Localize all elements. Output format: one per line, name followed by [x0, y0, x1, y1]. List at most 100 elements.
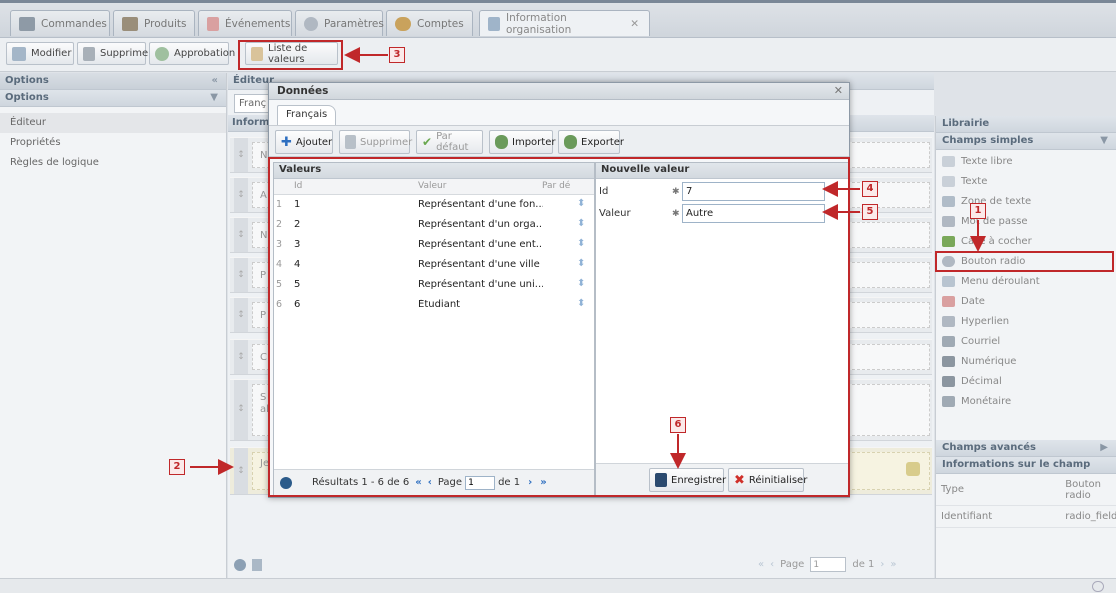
- delete-button[interactable]: Supprimer: [77, 42, 152, 65]
- cell-value: Étudiant: [418, 299, 461, 310]
- value-label: Valeur: [599, 208, 631, 219]
- sort-arrows-icon[interactable]: ⬍: [577, 218, 585, 229]
- library-item[interactable]: Date: [936, 291, 1116, 311]
- table-row[interactable]: 6 6 Étudiant ⬍: [274, 295, 594, 315]
- library-item[interactable]: Courriel: [936, 331, 1116, 351]
- library-item[interactable]: Zone de texte: [936, 191, 1116, 211]
- row-number: 6: [276, 299, 283, 310]
- first-page-icon[interactable]: «: [415, 477, 421, 488]
- import-button[interactable]: Importer: [489, 130, 555, 154]
- chevron-down-icon[interactable]: ▼: [210, 92, 218, 103]
- tab-parametres[interactable]: Paramètres: [295, 10, 384, 36]
- chevron-down-icon[interactable]: ▼: [1100, 135, 1108, 146]
- library-item[interactable]: Numérique: [936, 351, 1116, 371]
- drag-handle-icon[interactable]: ↕: [234, 340, 248, 374]
- row-number: 5: [276, 279, 283, 290]
- drag-handle-icon[interactable]: ↕: [234, 138, 248, 172]
- drag-handle-icon[interactable]: ↕: [234, 448, 248, 494]
- last-page-icon[interactable]: »: [890, 559, 896, 570]
- last-page-icon[interactable]: »: [540, 477, 546, 488]
- reset-button[interactable]: ✖ Réinitialiser: [728, 468, 807, 492]
- page-input[interactable]: [810, 557, 847, 572]
- refresh-icon[interactable]: [280, 476, 292, 489]
- library-item[interactable]: Monétaire: [936, 391, 1116, 411]
- close-icon[interactable]: ✕: [630, 18, 639, 30]
- drag-handle-icon[interactable]: ↕: [234, 178, 248, 212]
- library-item[interactable]: Texte: [936, 171, 1116, 191]
- table-row[interactable]: 5 5 Représentant d'une uni... ⬍: [274, 275, 594, 295]
- next-page-icon[interactable]: ›: [880, 559, 884, 570]
- tab-commandes[interactable]: Commandes: [10, 10, 110, 36]
- approval-button[interactable]: Approbation: [149, 42, 235, 65]
- tab-information-organisation[interactable]: Information organisation ✕: [479, 10, 650, 36]
- tab-francais[interactable]: Français: [277, 105, 337, 125]
- money-icon: [942, 395, 955, 407]
- prev-page-icon[interactable]: ‹: [770, 559, 774, 570]
- table-row[interactable]: 1 1 Représentant d'une fon... ⬍: [274, 195, 594, 215]
- add-button[interactable]: ✚ Ajouter: [275, 130, 333, 154]
- prop-row-identifiant: Identifiant radio_field: [936, 506, 1116, 528]
- left-item-regles[interactable]: Règles de logique: [0, 153, 226, 173]
- table-row[interactable]: 2 2 Représentant d'un orga... ⬍: [274, 215, 594, 235]
- left-item-proprietes[interactable]: Propriétés: [0, 133, 226, 153]
- library-item[interactable]: Hyperlien: [936, 311, 1116, 331]
- value-input[interactable]: [682, 204, 825, 223]
- table-row[interactable]: 4 4 Représentant d'une ville ⬍: [274, 255, 594, 275]
- next-page-icon[interactable]: ›: [528, 477, 532, 488]
- column-value[interactable]: Valeur: [418, 181, 446, 191]
- simple-fields-header[interactable]: Champs simples ▼: [936, 133, 1116, 150]
- dialog-header: Données ✕: [269, 83, 849, 100]
- table-row[interactable]: 3 3 Représentant d'une ent... ⬍: [274, 235, 594, 255]
- tab-label: Information organisation: [506, 11, 572, 36]
- tab-label: Paramètres: [324, 17, 384, 30]
- default-button[interactable]: ✔ Par défaut: [416, 130, 483, 154]
- list-icon: [251, 46, 263, 61]
- dropdown-icon: [942, 275, 955, 287]
- tab-produits[interactable]: Produits: [113, 10, 195, 36]
- annotation-number-6: 6: [670, 417, 686, 433]
- delete-value-button[interactable]: Supprimer: [339, 130, 412, 154]
- lock-icon[interactable]: [906, 462, 920, 476]
- sort-arrows-icon[interactable]: ⬍: [577, 298, 585, 309]
- value-list-label: Liste de valeurs: [268, 42, 308, 65]
- delete-label: Supprimer: [100, 48, 153, 59]
- first-page-icon[interactable]: «: [758, 559, 764, 570]
- library-item[interactable]: Case à cocher: [936, 231, 1116, 251]
- collapse-left-icon[interactable]: «: [212, 75, 218, 86]
- export-button[interactable]: Exporter: [558, 130, 624, 154]
- library-item[interactable]: Menu déroulant: [936, 271, 1116, 291]
- page-input[interactable]: [465, 475, 496, 490]
- left-item-editeur[interactable]: Éditeur: [0, 113, 226, 133]
- save-button[interactable]: Enregistrer: [649, 468, 726, 492]
- sort-arrows-icon[interactable]: ⬍: [577, 258, 585, 269]
- prev-page-icon[interactable]: ‹: [428, 477, 432, 488]
- library-item[interactable]: Décimal: [936, 371, 1116, 391]
- tab-evenements[interactable]: Événements: [198, 10, 292, 36]
- simple-fields-label: Champs simples: [942, 135, 1034, 146]
- close-icon[interactable]: ✕: [834, 84, 843, 97]
- library-item[interactable]: Texte libre: [936, 151, 1116, 171]
- sort-arrows-icon[interactable]: ⬍: [577, 198, 585, 209]
- library-item-label: Bouton radio: [961, 255, 1026, 267]
- modify-button[interactable]: Modifier: [6, 42, 74, 65]
- library-item[interactable]: Bouton radio: [936, 251, 1116, 271]
- drag-handle-icon[interactable]: ↕: [234, 218, 248, 252]
- drag-handle-icon[interactable]: ↕: [234, 258, 248, 292]
- drag-handle-icon[interactable]: ↕: [234, 298, 248, 332]
- column-default[interactable]: Par dé: [542, 181, 570, 191]
- tab-comptes[interactable]: Comptes: [386, 10, 473, 36]
- add-label: Ajouter: [295, 136, 333, 148]
- refresh-icon[interactable]: [234, 559, 246, 571]
- help-icon[interactable]: [1092, 581, 1104, 592]
- column-id[interactable]: Id: [294, 181, 302, 191]
- sort-arrows-icon[interactable]: ⬍: [577, 278, 585, 289]
- drag-handle-icon[interactable]: ↕: [234, 380, 248, 440]
- advanced-fields-header[interactable]: Champs avancés ▶: [936, 440, 1116, 457]
- annotation-number-1: 1: [970, 203, 986, 219]
- sort-arrows-icon[interactable]: ⬍: [577, 238, 585, 249]
- id-input[interactable]: [682, 182, 825, 201]
- export-icon[interactable]: [252, 559, 262, 571]
- library-item[interactable]: Mot de passe: [936, 211, 1116, 231]
- value-list-button[interactable]: Liste de valeurs: [245, 42, 338, 65]
- chevron-right-icon[interactable]: ▶: [1100, 442, 1108, 453]
